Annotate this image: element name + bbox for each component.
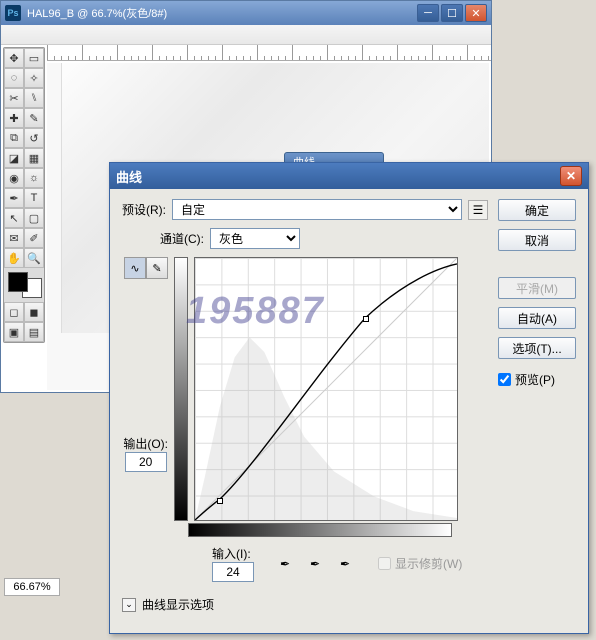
stamp-tool[interactable]: ⧉ [4, 128, 24, 148]
path-tool[interactable]: ↖ [4, 208, 24, 228]
preview-check[interactable] [498, 373, 511, 386]
blur-tool[interactable]: ◉ [4, 168, 24, 188]
heal-tool[interactable]: ✚ [4, 108, 24, 128]
eyedropper-tool[interactable]: ✐ [24, 228, 44, 248]
curve-handle-2[interactable] [363, 316, 369, 322]
menubar[interactable] [1, 25, 491, 45]
preset-select[interactable]: 自定 [172, 199, 462, 220]
pen-tool[interactable]: ✒ [4, 188, 24, 208]
options-button[interactable]: 选项(T)... [498, 337, 576, 359]
notes-tool[interactable]: ✉ [4, 228, 24, 248]
channel-select[interactable]: 灰色 [210, 228, 300, 249]
screenmode-1[interactable]: ▣ [4, 322, 24, 342]
color-swatches[interactable] [8, 272, 42, 298]
close-button[interactable]: ✕ [465, 4, 487, 22]
curve-draw-tool[interactable]: ✎ [146, 257, 168, 279]
ok-button[interactable]: 确定 [498, 199, 576, 221]
screenmode-2[interactable]: ▤ [24, 322, 44, 342]
channel-label: 通道(C): [160, 230, 204, 247]
chevron-down-icon: ⌄ [122, 598, 136, 612]
eyedropper-white-icon[interactable]: ✒ [336, 555, 354, 573]
curve-handle-1[interactable] [217, 498, 223, 504]
dialog-close-button[interactable]: ✕ [560, 166, 582, 186]
display-options-disclosure[interactable]: ⌄ 曲线显示选项 [122, 596, 488, 613]
zoom-tool[interactable]: 🔍 [24, 248, 44, 268]
cancel-button[interactable]: 取消 [498, 229, 576, 251]
clipping-check [378, 557, 391, 570]
quickmask-off[interactable]: ◻ [4, 302, 24, 322]
window-title: HAL96_B @ 66.7%(灰色/8#) [27, 5, 417, 21]
app-icon: Ps [5, 5, 21, 21]
marquee-tool[interactable]: ▭ [24, 48, 44, 68]
crop-tool[interactable]: ✂ [4, 88, 24, 108]
minimize-button[interactable]: ─ [417, 4, 439, 22]
preset-label: 预设(R): [122, 201, 166, 218]
curve-point-tool[interactable]: ∿ [124, 257, 146, 279]
dialog-title: 曲线 [116, 167, 560, 186]
slice-tool[interactable]: ⑊ [24, 88, 44, 108]
gradient-horizontal [188, 523, 452, 537]
show-clipping-checkbox[interactable]: 显示修剪(W) [378, 555, 462, 572]
curves-dialog: 曲线 ✕ 预设(R): 自定 ☰ 通道(C): 灰色 ∿ ✎ [109, 162, 589, 634]
brush-tool[interactable]: ✎ [24, 108, 44, 128]
auto-button[interactable]: 自动(A) [498, 307, 576, 329]
move-tool[interactable]: ✥ [4, 48, 24, 68]
smooth-button: 平滑(M) [498, 277, 576, 299]
dodge-tool[interactable]: ☼ [24, 168, 44, 188]
output-input[interactable] [125, 452, 167, 472]
preset-menu-icon[interactable]: ☰ [468, 200, 488, 220]
gradient-tool[interactable]: ▦ [24, 148, 44, 168]
input-label: 输入(I): [212, 545, 254, 562]
maximize-button[interactable]: ☐ [441, 4, 463, 22]
titlebar[interactable]: Ps HAL96_B @ 66.7%(灰色/8#) ─ ☐ ✕ [1, 1, 491, 25]
history-brush-tool[interactable]: ↺ [24, 128, 44, 148]
wand-tool[interactable]: ✧ [24, 68, 44, 88]
lasso-tool[interactable]: ◌ [4, 68, 24, 88]
dialog-titlebar[interactable]: 曲线 ✕ [110, 163, 588, 189]
eyedropper-black-icon[interactable]: ✒ [276, 555, 294, 573]
input-input[interactable] [212, 562, 254, 582]
ruler-horizontal[interactable] [47, 45, 491, 61]
output-label: 输出(O): [123, 435, 168, 452]
hand-tool[interactable]: ✋ [4, 248, 24, 268]
eyedropper-gray-icon[interactable]: ✒ [306, 555, 324, 573]
watermark-text: 195887 [186, 290, 325, 333]
preview-checkbox[interactable]: 预览(P) [498, 371, 576, 388]
shape-tool[interactable]: ▢ [24, 208, 44, 228]
type-tool[interactable]: T [24, 188, 44, 208]
zoom-indicator[interactable]: 66.67% [4, 578, 60, 596]
quickmask-on[interactable]: ◼ [24, 302, 44, 322]
toolbox: ✥▭ ◌✧ ✂⑊ ✚✎ ⧉↺ ◪▦ ◉☼ ✒T ↖▢ ✉✐ ✋🔍 ◻◼ ▣▤ [3, 47, 45, 343]
eraser-tool[interactable]: ◪ [4, 148, 24, 168]
